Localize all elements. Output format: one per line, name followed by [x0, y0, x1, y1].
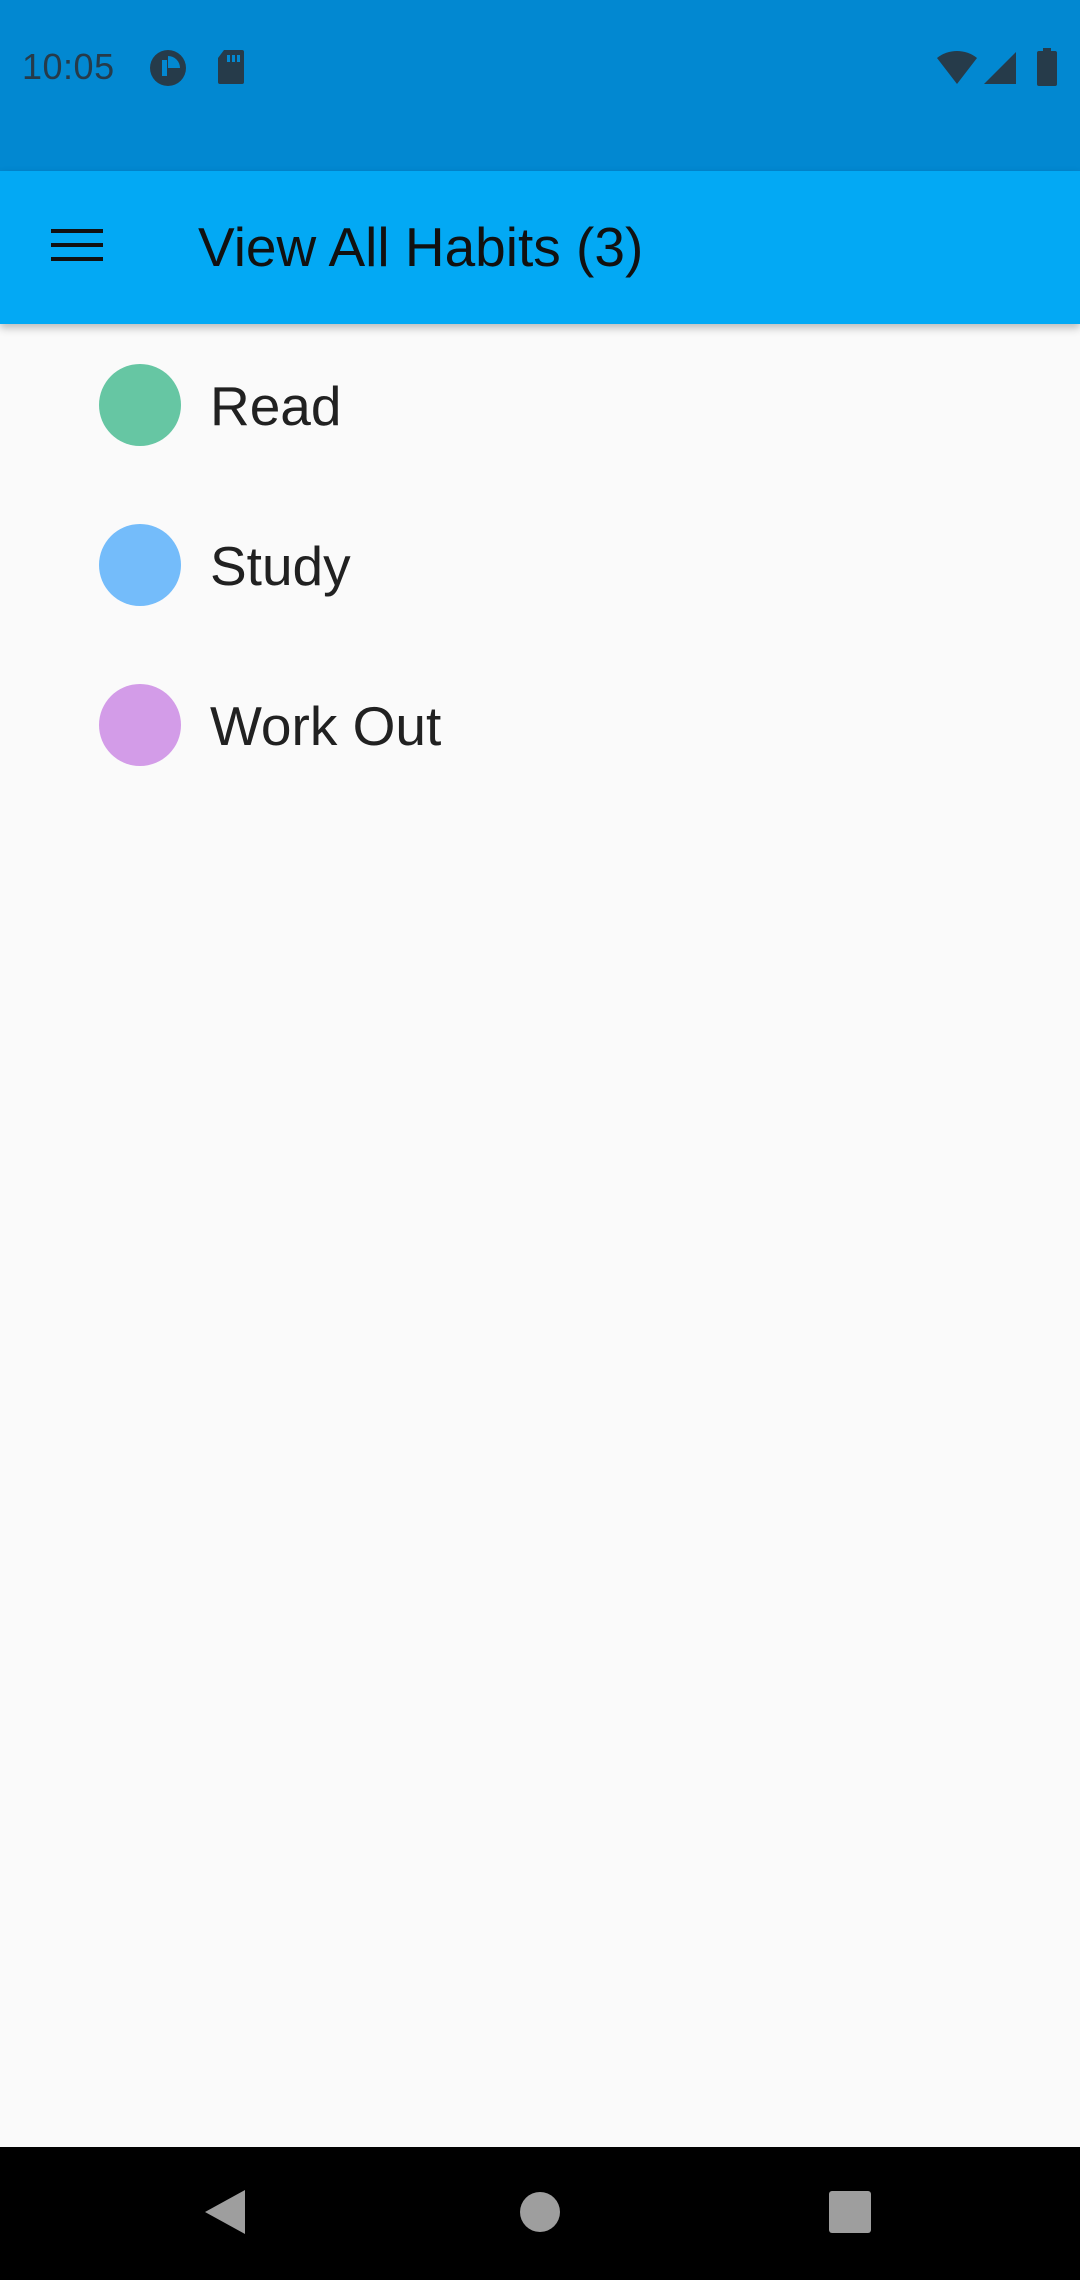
wifi-icon — [936, 50, 978, 88]
sd-card-icon — [216, 48, 246, 86]
back-button[interactable] — [180, 2169, 270, 2259]
status-bar: 10:05 — [0, 0, 1080, 171]
status-time: 10:05 — [22, 46, 115, 87]
recents-icon — [829, 2190, 871, 2238]
habit-item-study[interactable]: Study — [0, 486, 1080, 646]
menu-button[interactable] — [32, 207, 122, 287]
habit-color-dot — [99, 364, 181, 446]
back-icon — [203, 2188, 247, 2241]
habit-item-work-out[interactable]: Work Out — [0, 646, 1080, 806]
screen: 10:05 View All Habits (3) Read Study Wor… — [0, 0, 1080, 2280]
home-button[interactable] — [495, 2169, 585, 2259]
navigation-bar — [0, 2147, 1080, 2280]
home-icon — [519, 2191, 561, 2238]
battery-icon — [1036, 48, 1058, 86]
habit-name: Read — [210, 375, 342, 437]
cell-signal-icon — [982, 50, 1018, 88]
habit-name: Study — [210, 535, 351, 597]
page-title: View All Habits (3) — [198, 216, 644, 278]
habit-color-dot — [99, 684, 181, 766]
app-bar: View All Habits (3) — [0, 171, 1080, 324]
habit-item-read[interactable]: Read — [0, 326, 1080, 486]
data-saver-icon — [148, 48, 188, 86]
hamburger-menu-icon — [51, 227, 103, 268]
habit-name: Work Out — [210, 695, 442, 757]
recents-button[interactable] — [805, 2169, 895, 2259]
habit-list: Read Study Work Out — [0, 324, 1080, 806]
habit-color-dot — [99, 524, 181, 606]
